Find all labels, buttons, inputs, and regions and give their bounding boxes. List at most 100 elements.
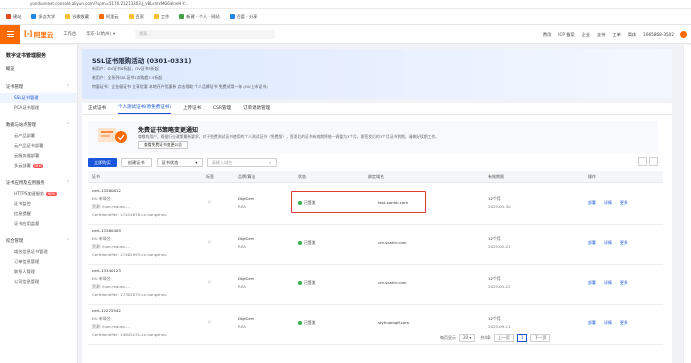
sidebar-item[interactable]: 多云部署 NEW [0, 161, 77, 171]
sidebar-item[interactable]: 订单信息管理 [0, 257, 77, 267]
header-link[interactable]: 费用 [543, 32, 551, 38]
create-cert-button[interactable]: 创建证书 [120, 157, 152, 167]
algorithm: RSA [238, 324, 246, 329]
notice-illustration-icon [98, 128, 127, 143]
sidebar-item-ssl[interactable]: SSL证书管理 [0, 93, 77, 103]
col-actions: 操作 [588, 174, 596, 179]
deploy-link[interactable]: 部署 [588, 320, 596, 326]
sidebar-item[interactable]: 云产品部署 [0, 131, 77, 141]
tag-icon[interactable]: ◇ [208, 239, 211, 244]
header-link[interactable]: ICP 备案 [558, 32, 574, 38]
bookmark-item[interactable]: 百家 [128, 14, 144, 20]
tag-icon[interactable]: ◇ [208, 199, 211, 204]
cert-id[interactable]: cert-13340123 [92, 268, 121, 273]
sidebar-item[interactable]: 信息提醒 [0, 209, 77, 219]
tab-csr[interactable]: CSR管理 [213, 105, 231, 114]
deploy-link[interactable]: 部署 [588, 280, 596, 286]
sidebar: 数字证书管理服务 概览 证书管理 ˄ SSL证书管理 PCA证书管理 数据与站点管… [0, 45, 78, 363]
sidebar-group[interactable]: 证书应用及应用服务 ˄ [0, 179, 77, 189]
avatar[interactable] [680, 31, 687, 38]
detail-link[interactable]: 详情 [604, 280, 612, 286]
table-settings [636, 157, 658, 166]
bookmarks-bar: 建站 多吉大学 谷歌收藏 阿里云 百家 工作 新建 - 个人 · 网站 百度 ·… [0, 9, 691, 25]
sidebar-item-pca[interactable]: PCA证书管理 [0, 103, 77, 113]
bookmark-item[interactable]: 建站 [6, 14, 21, 20]
cert-resource: 资源: liuer-reauto-... [92, 284, 130, 289]
menu-icon[interactable] [0, 24, 20, 44]
cert-id[interactable]: cert-13260812 [92, 188, 121, 193]
sidebar-group[interactable]: 综合管理 ˄ [0, 237, 77, 247]
header-search-input[interactable]: 搜索... [135, 29, 276, 39]
col-validity: 有效期限 [488, 174, 504, 179]
sidebar-item[interactable]: 公司信息管理 [0, 277, 77, 287]
more-link[interactable]: 更多 [620, 240, 628, 246]
chevron-down-icon: ▾ [195, 159, 198, 165]
sidebar-item[interactable]: 证书应用监督 [0, 219, 77, 229]
header-link[interactable]: 企业 [582, 32, 590, 38]
detail-link[interactable]: 详情 [604, 320, 612, 326]
tag-icon[interactable]: ◇ [208, 319, 211, 324]
sidebar-item-overview[interactable]: 概览 [0, 65, 77, 75]
domain-search-input[interactable]: 请输入域名 ⌕ [206, 157, 277, 167]
sidebar-item[interactable]: 域名信息证书管理 [0, 247, 77, 257]
validity: 12个月 [488, 196, 501, 201]
bookmark-item[interactable]: 新建 - 个人 · 网站 [179, 14, 220, 20]
folder-icon [153, 14, 159, 19]
banner-line[interactable]: 特惠证书：企业级证书 立享优惠 本地开户优惠券 点击领取 个人品牌证书 免费试用… [92, 84, 268, 90]
refresh-icon[interactable] [638, 157, 647, 166]
header-link[interactable]: 简体 [628, 32, 636, 38]
cert-id[interactable]: cert-13360409 [92, 228, 121, 233]
table-row: cert-12275542 DV 单域名 资源: liuer-reauto-..… [88, 305, 663, 345]
right-float-toolbar [683, 45, 691, 363]
aliyun-logo[interactable]: [-] 阿里云 [24, 29, 53, 39]
tab-personal-test[interactable]: 个人测试证书(原免费证书) [118, 104, 172, 114]
sidebar-item[interactable]: 云服务器部署 [0, 151, 77, 161]
more-link[interactable]: 更多 [620, 320, 628, 326]
buy-button[interactable]: 立即购买 [88, 157, 117, 167]
page-number[interactable]: 1 [516, 334, 528, 342]
expire-date: 2025-05-22 [488, 284, 511, 289]
sidebar-group[interactable]: 数据与站点管理 ˄ [0, 121, 77, 131]
next-page-button[interactable]: 下一页 [530, 334, 551, 342]
cert-id[interactable]: cert-12275542 [92, 308, 121, 313]
header-link[interactable]: 工单 [612, 32, 620, 38]
notice-title: 免费证书策略变更通知 [138, 127, 199, 134]
header-link[interactable]: 支持 [597, 32, 605, 38]
sidebar-item[interactable]: 联系人管理 [0, 267, 77, 277]
page-size-select[interactable]: 20 ▾ [459, 334, 476, 342]
bookmark-item[interactable]: 阿里云 [98, 14, 119, 20]
workbench-link[interactable]: 工作台 [63, 31, 76, 37]
bookmark-item[interactable]: 百度 · 分享 [229, 14, 257, 20]
bookmark-icon [98, 14, 104, 19]
url-text[interactable]: yundunnext.console.aliyun.com/?spm=5176.… [30, 1, 188, 6]
deploy-link[interactable]: 部署 [588, 200, 596, 206]
detail-link[interactable]: 详情 [604, 200, 612, 206]
prev-page-button[interactable]: 上一页 [493, 334, 514, 342]
tab-upload[interactable]: 上传证书 [183, 105, 201, 114]
deploy-link[interactable]: 部署 [588, 240, 596, 246]
search-icon: ⌕ [269, 159, 272, 165]
view-announcement-button[interactable]: 查看免费证书变更公告 [138, 141, 188, 149]
tab-refund[interactable]: 订单退款管理 [243, 105, 270, 114]
chevron-up-icon: ˄ [66, 181, 69, 186]
sidebar-item[interactable]: 证书监控 [0, 199, 77, 209]
status-select[interactable]: 证书状态 ▾ [156, 157, 203, 167]
bookmark-icon [229, 14, 235, 19]
region-select[interactable]: 华东-1(杭州) ▾ [86, 31, 115, 38]
detail-link[interactable]: 详情 [604, 240, 612, 246]
bookmark-item[interactable]: 工作 [153, 14, 169, 20]
sidebar-group[interactable]: 证书管理 ˄ [0, 83, 77, 93]
main-content: SSL证书限购活动 (0301-0331) 新用户：DV证书0折起，OV证书5折… [78, 45, 691, 363]
cert-identifier: CertIdentifier: 17414878-cn-hangzhou [92, 212, 167, 217]
algorithm: RSA [238, 204, 246, 209]
tab-formal[interactable]: 正式证书 [88, 105, 106, 114]
account-name[interactable]: 1665868-3502 [643, 32, 674, 37]
more-link[interactable]: 更多 [620, 280, 628, 286]
bookmark-item[interactable]: 多吉大学 [31, 14, 55, 20]
bookmark-item[interactable]: 谷歌收藏 [65, 14, 89, 20]
sidebar-item[interactable]: HTTPS加速服务 NEW [0, 189, 77, 199]
more-link[interactable]: 更多 [620, 200, 628, 206]
settings-icon[interactable] [649, 157, 658, 166]
sidebar-item[interactable]: 云产品证书部署 [0, 141, 77, 151]
tag-icon[interactable]: ◇ [208, 279, 211, 284]
